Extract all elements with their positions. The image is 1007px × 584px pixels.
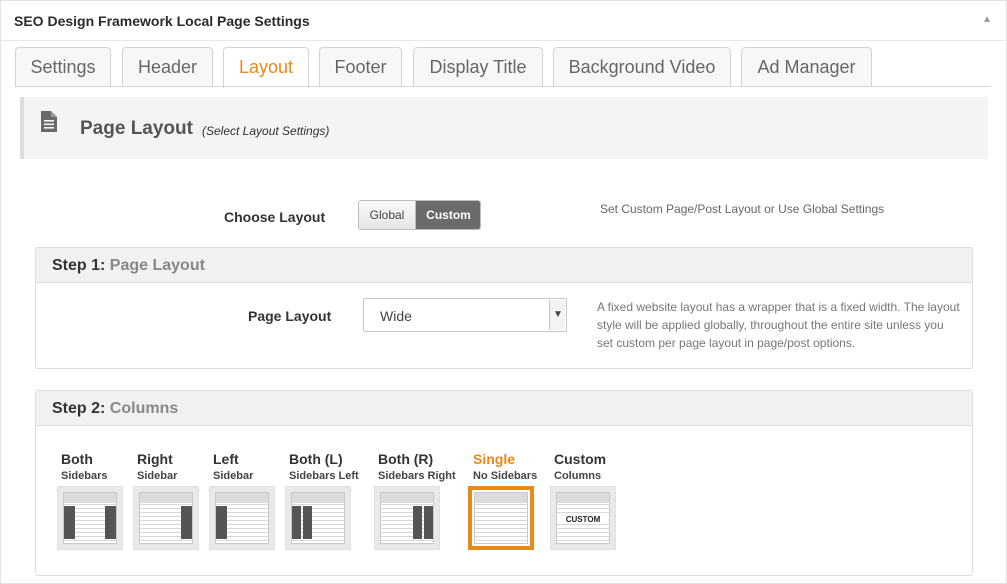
global-button[interactable]: Global xyxy=(359,201,416,229)
select-arrow[interactable]: ▼ xyxy=(549,300,565,330)
document-icon xyxy=(41,111,57,132)
step2-title: Columns xyxy=(109,400,179,417)
column-name: Custom xyxy=(554,451,607,467)
local-page-settings-metabox: SEO Design Framework Local Page Settings… xyxy=(0,0,1007,584)
metabox-title: SEO Design Framework Local Page Settings xyxy=(14,13,310,29)
layout-thumbnail[interactable] xyxy=(285,486,351,550)
choose-layout-toggle: Global Custom xyxy=(358,200,481,230)
column-name: Both (L) xyxy=(289,451,343,467)
step1-header: Step 1: Page Layout xyxy=(36,248,972,283)
column-name: Both xyxy=(61,451,93,467)
page-layout-value: Wide xyxy=(380,308,412,324)
tabs-divider xyxy=(15,86,991,87)
layout-thumbnail-selected[interactable] xyxy=(468,486,534,550)
column-sub: Sidebar xyxy=(137,470,178,482)
section-subtitle: (Select Layout Settings) xyxy=(202,124,330,138)
step2-panel: Step 2: Columns Both Sidebars Right Side… xyxy=(35,390,973,576)
section-title: Page Layout xyxy=(80,118,193,139)
tab-ad-manager[interactable]: Ad Manager xyxy=(741,47,872,87)
layout-thumbnail[interactable]: CUSTOM xyxy=(550,486,616,550)
step1-panel: Step 1: Page Layout Page Layout Wide ▼ A… xyxy=(35,247,973,369)
custom-button[interactable]: Custom xyxy=(416,201,480,229)
tab-display-title[interactable]: Display Title xyxy=(413,47,543,87)
collapse-arrow-icon[interactable]: ▲ xyxy=(982,14,992,25)
tab-settings[interactable]: Settings xyxy=(15,47,111,87)
layout-thumbnail[interactable] xyxy=(374,486,440,550)
step2-number: Step 2: xyxy=(52,400,106,417)
choose-layout-help: Set Custom Page/Post Layout or Use Globa… xyxy=(600,202,885,216)
layout-thumbnail[interactable] xyxy=(209,486,275,550)
column-name: Single xyxy=(473,451,516,467)
page-layout-help: A fixed website layout has a wrapper tha… xyxy=(597,300,960,350)
section-header: Page Layout (Select Layout Settings) xyxy=(20,97,988,159)
tab-background-video[interactable]: Background Video xyxy=(553,47,731,87)
step2-header: Step 2: Columns xyxy=(36,391,972,426)
column-sub: Sidebars Right xyxy=(378,470,456,482)
column-sub: Sidebars xyxy=(61,470,108,482)
step1-number: Step 1: xyxy=(52,257,106,274)
column-sub: No Sidebars xyxy=(473,470,538,482)
column-name: Both (R) xyxy=(378,451,434,467)
chevron-down-icon: ▼ xyxy=(553,309,563,320)
step1-title: Page Layout xyxy=(109,257,205,274)
column-sub: Sidebars Left xyxy=(289,470,359,482)
column-sub: Columns xyxy=(554,470,602,482)
page-layout-label: Page Layout xyxy=(248,308,332,324)
column-sub: Sidebar xyxy=(213,470,254,482)
tab-footer[interactable]: Footer xyxy=(319,47,402,87)
layout-thumbnail[interactable] xyxy=(133,486,199,550)
tab-header[interactable]: Header xyxy=(122,47,213,87)
choose-layout-label: Choose Layout xyxy=(224,209,326,225)
column-name: Left xyxy=(213,451,239,467)
metabox-header[interactable]: SEO Design Framework Local Page Settings… xyxy=(1,1,1006,41)
column-name: Right xyxy=(137,451,173,467)
layout-thumbnail[interactable] xyxy=(57,486,123,550)
custom-thumb-label: CUSTOM xyxy=(557,515,609,524)
page-layout-select[interactable]: Wide ▼ xyxy=(363,298,567,332)
tab-layout[interactable]: Layout xyxy=(223,47,309,88)
